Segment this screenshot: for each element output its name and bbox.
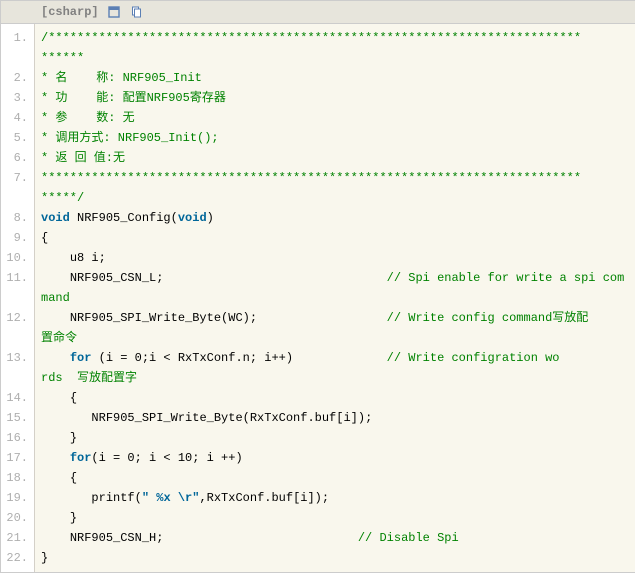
code-line: 置命令	[35, 328, 635, 348]
line-number: 13.	[1, 348, 34, 388]
line-number: 21.	[1, 528, 34, 548]
code-line: {	[35, 228, 635, 248]
code-line: * 名 称: NRF905_Init	[35, 68, 635, 88]
code-line: /***************************************…	[35, 28, 635, 48]
line-number: 5.	[1, 128, 34, 148]
code-line: NRF905_CSN_L; // Spi enable for write a …	[35, 268, 635, 288]
code-line: *****/	[35, 188, 635, 208]
code-line: for (i = 0;i < RxTxConf.n; i++) // Write…	[35, 348, 635, 368]
code-line: * 调用方式: NRF905_Init();	[35, 128, 635, 148]
code-line: rds 写放配置字	[35, 368, 635, 388]
line-number: 20.	[1, 508, 34, 528]
code-body: 1.2.3.4.5.6.7.8.9.10.11.12.13.14.15.16.1…	[1, 24, 635, 572]
line-number: 6.	[1, 148, 34, 168]
code-line: NRF905_SPI_Write_Byte(RxTxConf.buf[i]);	[35, 408, 635, 428]
code-line: NRF905_CSN_H; // Disable Spi	[35, 528, 635, 548]
line-number: 12.	[1, 308, 34, 348]
code-line: * 参 数: 无	[35, 108, 635, 128]
line-number: 4.	[1, 108, 34, 128]
line-number: 10.	[1, 248, 34, 268]
line-number: 14.	[1, 388, 34, 408]
code-line: printf(" %x \r",RxTxConf.buf[i]);	[35, 488, 635, 508]
line-number: 11.	[1, 268, 34, 308]
line-number: 22.	[1, 548, 34, 568]
code-line: {	[35, 468, 635, 488]
line-number: 7.	[1, 168, 34, 208]
code-line: ******	[35, 48, 635, 68]
language-label: [csharp]	[41, 5, 99, 19]
line-number: 3.	[1, 88, 34, 108]
line-number: 19.	[1, 488, 34, 508]
code-line: for(i = 0; i < 10; i ++)	[35, 448, 635, 468]
code-block: [csharp] 1.2.3.4.5.6.7.8.9.10.11.12.13.1…	[0, 0, 635, 573]
code-header: [csharp]	[1, 1, 635, 24]
line-number: 2.	[1, 68, 34, 88]
code-line: NRF905_SPI_Write_Byte(WC); // Write conf…	[35, 308, 635, 328]
code-line: }	[35, 508, 635, 528]
code-line: * 功 能: 配置NRF905寄存器	[35, 88, 635, 108]
code-line: mand	[35, 288, 635, 308]
code-line: {	[35, 388, 635, 408]
code-line: u8 i;	[35, 248, 635, 268]
code-line: }	[35, 428, 635, 448]
code-line: ****************************************…	[35, 168, 635, 188]
line-number: 16.	[1, 428, 34, 448]
line-number: 9.	[1, 228, 34, 248]
code-line: * 返 回 值:无	[35, 148, 635, 168]
line-number: 1.	[1, 28, 34, 68]
line-gutter: 1.2.3.4.5.6.7.8.9.10.11.12.13.14.15.16.1…	[1, 24, 35, 572]
code-line: void NRF905_Config(void)	[35, 208, 635, 228]
line-number: 18.	[1, 468, 34, 488]
line-number: 15.	[1, 408, 34, 428]
code-area[interactable]: /***************************************…	[35, 24, 635, 572]
copy-icon[interactable]	[129, 5, 143, 19]
code-line: }	[35, 548, 635, 568]
view-plain-icon[interactable]	[107, 5, 121, 19]
line-number: 8.	[1, 208, 34, 228]
line-number: 17.	[1, 448, 34, 468]
